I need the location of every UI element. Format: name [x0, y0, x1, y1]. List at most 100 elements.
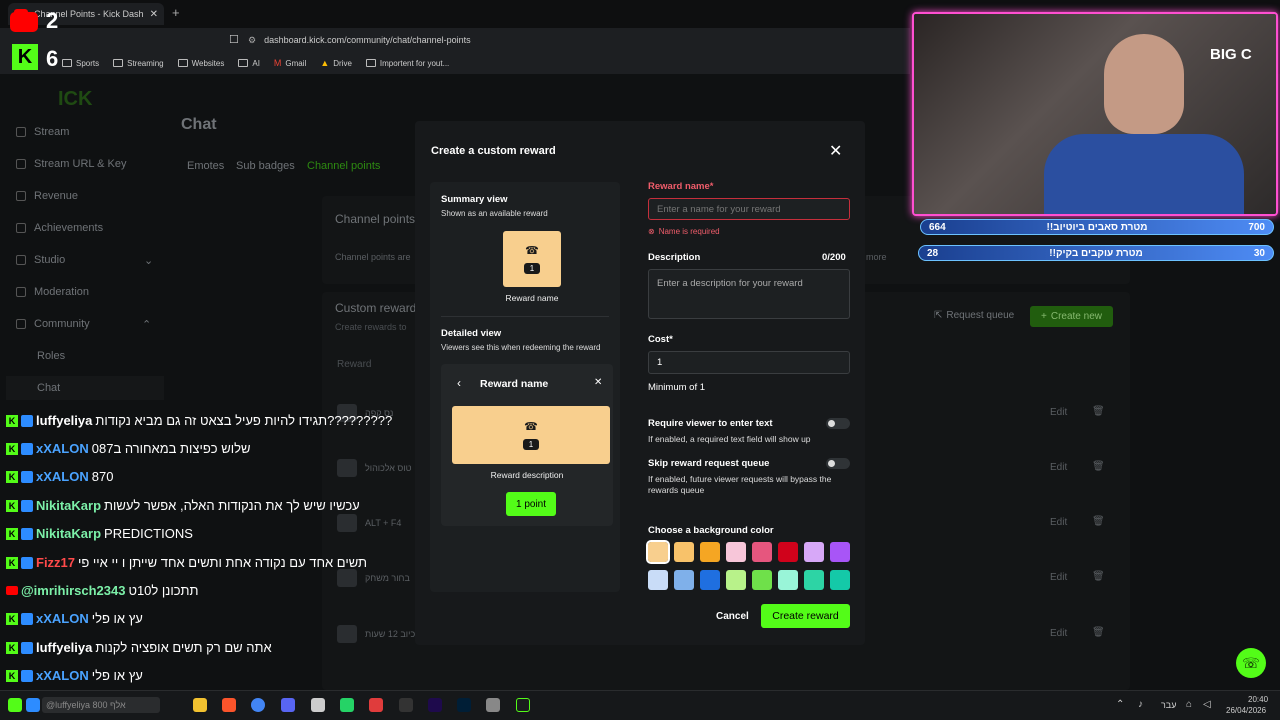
cost-input[interactable]: 1	[648, 351, 850, 374]
whatsapp-icon[interactable]	[340, 698, 354, 712]
color-swatch[interactable]	[752, 570, 772, 590]
language-indicator[interactable]: עבר	[1161, 700, 1176, 710]
detail-reward-card: ☎ 1	[452, 406, 610, 464]
learn-more-link[interactable]: more	[866, 252, 887, 262]
chevron-up-icon[interactable]: ⌃	[1116, 699, 1124, 710]
tab-emotes[interactable]: Emotes	[187, 160, 224, 172]
color-swatch[interactable]	[726, 570, 746, 590]
edit-button[interactable]: Edit	[1050, 572, 1067, 583]
color-swatch[interactable]	[752, 542, 772, 562]
edit-button[interactable]: Edit	[1050, 628, 1067, 639]
bookmark-star-icon[interactable]: ☐	[229, 33, 239, 46]
kick-studio-icon[interactable]	[516, 698, 530, 712]
url-field[interactable]: ⚙ dashboard.kick.com/community/chat/chan…	[248, 32, 898, 48]
skip-queue-toggle[interactable]	[826, 458, 850, 469]
color-swatch[interactable]	[726, 542, 746, 562]
sub-badge-icon	[21, 612, 33, 625]
color-swatch[interactable]	[674, 542, 694, 562]
bookmark-ai[interactable]: AI	[238, 59, 260, 68]
kick-app-icon[interactable]	[8, 698, 22, 712]
tab-channel-points[interactable]: Channel points	[307, 160, 380, 172]
custom-rewards-sub: Create rewards to	[335, 322, 407, 332]
delete-icon[interactable]: 🗑	[1092, 516, 1105, 527]
edit-button[interactable]: Edit	[1050, 407, 1067, 418]
sidebar-item-achievements[interactable]: Achievements	[16, 222, 103, 234]
chat-message: KxXALON עץ או פלי	[6, 668, 143, 683]
delete-icon[interactable]: 🗑	[1092, 406, 1105, 417]
phone-icon: ☎	[525, 245, 539, 257]
brave-icon[interactable]	[222, 698, 236, 712]
site-info-icon[interactable]: ⚙	[248, 35, 256, 46]
delete-icon[interactable]: 🗑	[1092, 627, 1105, 638]
microphone-icon[interactable]: ♪	[1138, 699, 1143, 710]
bookmarks-bar: Sports Streaming Websites AI M Gmail ▲ Dri…	[0, 52, 910, 74]
request-queue-button[interactable]: ⇱ Request queue	[934, 310, 1014, 321]
redeem-button[interactable]: 1 point	[506, 492, 556, 516]
sidebar-item-revenue[interactable]: Revenue	[16, 190, 78, 202]
bookmark-websites[interactable]: Websites	[177, 59, 224, 68]
color-swatch[interactable]	[646, 540, 670, 564]
sidebar-item-chat[interactable]: Chat	[6, 376, 164, 400]
premiere-icon[interactable]	[428, 698, 442, 712]
sidebar-item-stream-url[interactable]: Stream URL & Key	[16, 158, 127, 170]
gear-icon[interactable]	[486, 698, 500, 712]
folder-icon	[238, 59, 249, 67]
volume-icon[interactable]: ◁	[1203, 699, 1211, 710]
bookmark-important[interactable]: Importent for yout...	[365, 59, 449, 68]
clock-date[interactable]: 26/04/2026	[1226, 706, 1266, 715]
color-swatch[interactable]	[778, 542, 798, 562]
back-icon[interactable]: ‹	[457, 376, 461, 390]
reward-column-header: Reward	[337, 359, 372, 370]
sidebar-item-stream[interactable]: Stream	[16, 126, 69, 138]
app-icon[interactable]	[369, 698, 383, 712]
color-swatches	[646, 540, 853, 592]
bookmark-drive[interactable]: ▲ Drive	[320, 58, 352, 68]
description-input[interactable]: Enter a description for your reward	[648, 269, 850, 319]
require-text-toggle[interactable]	[826, 418, 850, 429]
detail-close-icon[interactable]: ✕	[594, 377, 602, 388]
close-icon[interactable]: ✕	[829, 141, 842, 161]
color-swatch[interactable]	[648, 570, 668, 590]
new-tab-icon[interactable]: +	[172, 5, 180, 20]
tab-sub-badges[interactable]: Sub badges	[236, 160, 295, 172]
reward-name-input[interactable]	[648, 198, 850, 220]
bookmark-sports[interactable]: Sports	[62, 59, 99, 68]
cancel-button[interactable]: Cancel	[716, 611, 749, 622]
close-tab-icon[interactable]: ✕	[150, 9, 158, 20]
sidebar-item-studio[interactable]: Studio ⌄	[16, 254, 153, 267]
color-swatch[interactable]	[778, 570, 798, 590]
taskbar-search[interactable]: @luffyeliya אלף 800	[42, 697, 160, 713]
discord-icon[interactable]	[281, 698, 295, 712]
sidebar-item-roles[interactable]: Roles	[37, 350, 65, 362]
create-new-button[interactable]: + Create new	[1030, 306, 1113, 327]
edit-button[interactable]: Edit	[1050, 462, 1067, 473]
color-swatch[interactable]	[830, 570, 850, 590]
clock-time[interactable]: 20:40	[1248, 695, 1268, 704]
chrome-icon[interactable]	[251, 698, 265, 712]
delete-icon[interactable]: 🗑	[1092, 571, 1105, 582]
create-reward-dialog: Create a custom reward ✕ Summary view Sh…	[415, 121, 865, 645]
network-icon[interactable]: ⌂	[1186, 699, 1192, 710]
edit-button[interactable]: Edit	[1050, 517, 1067, 528]
bookmark-streaming[interactable]: Streaming	[113, 59, 164, 68]
delete-icon[interactable]: 🗑	[1092, 461, 1105, 472]
sidebar-item-moderation[interactable]: Moderation	[16, 286, 89, 298]
description-counter: 0/200	[822, 252, 846, 263]
gmail-icon: M	[273, 58, 282, 68]
color-swatch[interactable]	[700, 542, 720, 562]
support-chat-button[interactable]: ☏	[1236, 648, 1266, 678]
color-swatch[interactable]	[700, 570, 720, 590]
obs-icon[interactable]	[399, 698, 413, 712]
color-swatch[interactable]	[830, 542, 850, 562]
color-swatch[interactable]	[804, 570, 824, 590]
color-swatch[interactable]	[674, 570, 694, 590]
photoshop-icon[interactable]	[457, 698, 471, 712]
file-explorer-icon[interactable]	[193, 698, 207, 712]
settings-icon[interactable]	[311, 698, 325, 712]
sidebar-item-community[interactable]: Community ⌃	[16, 318, 151, 331]
app-icon[interactable]	[26, 698, 40, 712]
color-swatch[interactable]	[804, 542, 824, 562]
bookmark-gmail[interactable]: M Gmail	[274, 58, 306, 68]
kick-logo-icon: K	[12, 44, 38, 70]
create-reward-button[interactable]: Create reward	[761, 604, 850, 628]
